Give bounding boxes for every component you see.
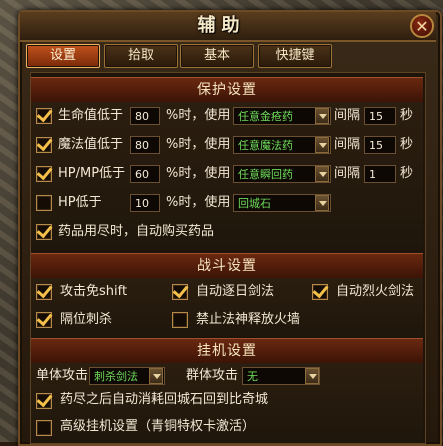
tab-pickup[interactable]: 拾取 (104, 44, 178, 68)
auto-liehuo-checkbox[interactable] (312, 284, 328, 300)
tab-basic[interactable]: 基本 (180, 44, 254, 68)
hpmp-threshold-input[interactable]: 60 (130, 165, 160, 183)
tab-settings[interactable]: 设置 (26, 44, 100, 68)
return-scroll-mid-label: %时，使用 (166, 195, 231, 210)
combat-header: 战斗设置 (31, 253, 423, 279)
gap-thrust-checkbox[interactable] (36, 312, 52, 328)
chevron-down-icon[interactable] (149, 368, 163, 384)
no-firewall-checkbox[interactable] (172, 312, 188, 328)
chevron-down-icon[interactable] (315, 108, 329, 124)
single-attack-label: 单体攻击 (36, 368, 89, 383)
tab-hotkeys[interactable]: 快捷键 (258, 44, 332, 68)
hp-threshold-input[interactable]: 80 (130, 107, 160, 125)
auto-zhuri-label: 自动逐日剑法 (196, 284, 275, 299)
auto-return-label: 药尽之后自动消耗回城石回到比奇城 (60, 392, 269, 407)
auto-zhuri-checkbox[interactable] (172, 284, 188, 300)
attack-no-shift-checkbox[interactable] (36, 284, 52, 300)
chevron-down-icon[interactable] (315, 166, 329, 182)
advanced-idle-label: 高级挂机设置（青铜特权卡激活） (60, 419, 256, 434)
return-scroll-label: HP低于 (58, 195, 102, 210)
mp-interval-label: 间隔 (334, 137, 361, 152)
advanced-idle-checkbox[interactable] (36, 420, 52, 436)
chevron-down-icon[interactable] (315, 195, 329, 211)
auto-buy-checkbox[interactable] (36, 224, 52, 240)
window-title: 辅助 (197, 15, 246, 36)
chevron-down-icon[interactable] (305, 368, 319, 384)
idle-header: 挂机设置 (31, 338, 423, 364)
hpmp-unit-label: 秒 (400, 166, 414, 181)
auto-liehuo-label: 自动烈火剑法 (336, 284, 415, 299)
group-attack-label: 群体攻击 (186, 368, 239, 383)
hp-interval-input[interactable]: 15 (364, 107, 396, 125)
hpmp-interval-label: 间隔 (334, 166, 361, 181)
mp-threshold-input[interactable]: 80 (130, 136, 160, 154)
return-scroll-checkbox[interactable] (36, 195, 52, 211)
hpmp-checkbox[interactable] (36, 166, 52, 182)
auto-buy-label: 药品用尽时，自动购买药品 (58, 224, 215, 239)
hpmp-interval-input[interactable]: 1 (364, 165, 396, 183)
mp-mid-label: %时，使用 (166, 137, 231, 152)
hp-label: 生命值低于 (58, 108, 124, 123)
chevron-down-icon[interactable] (315, 137, 329, 153)
mp-label: 魔法值低于 (58, 137, 124, 152)
hp-unit-label: 秒 (400, 108, 414, 123)
hp-mid-label: %时，使用 (166, 108, 231, 123)
protection-header: 保护设置 (31, 77, 423, 103)
mp-unit-label: 秒 (400, 137, 414, 152)
auto-return-checkbox[interactable] (36, 393, 52, 409)
hpmp-label: HP/MP低于 (58, 166, 126, 181)
close-button[interactable]: ✕ (410, 14, 434, 38)
attack-no-shift-label: 攻击免shift (60, 284, 128, 299)
hp-interval-label: 间隔 (334, 108, 361, 123)
hp-checkbox[interactable] (36, 108, 52, 124)
return-scroll-threshold-input[interactable]: 10 (130, 194, 160, 212)
no-firewall-label: 禁止法神释放火墙 (196, 312, 301, 327)
mp-interval-input[interactable]: 15 (364, 136, 396, 154)
mp-checkbox[interactable] (36, 137, 52, 153)
close-icon: ✕ (415, 17, 429, 36)
hpmp-mid-label: %时，使用 (166, 166, 231, 181)
gap-thrust-label: 隔位刺杀 (60, 312, 113, 327)
